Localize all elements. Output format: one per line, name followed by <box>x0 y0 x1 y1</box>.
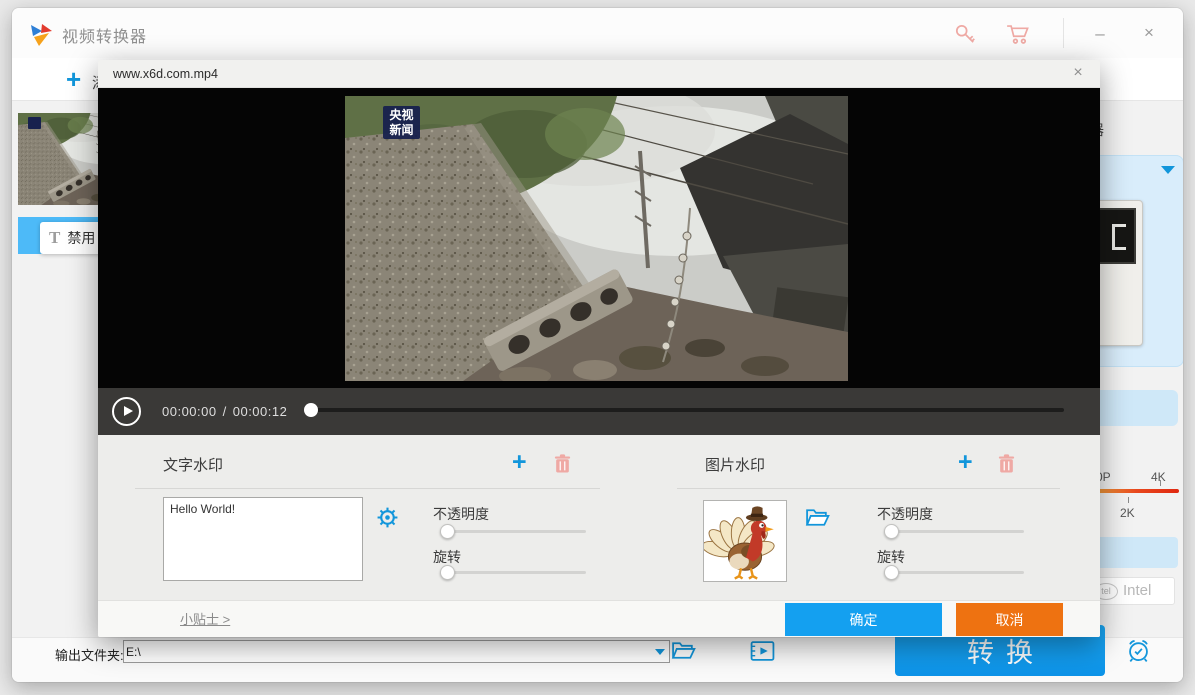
video-preview-area: 央视 新闻 <box>98 88 1100 388</box>
intel-label: Intel <box>1123 582 1151 599</box>
turkey-image <box>704 501 786 581</box>
preview-video-button[interactable] <box>750 640 775 665</box>
seek-bar[interactable] <box>304 402 1064 418</box>
screen-bracket-shape <box>1112 224 1126 250</box>
cancel-button[interactable]: 取消 <box>956 603 1063 636</box>
chevron-down-icon[interactable] <box>1161 166 1175 174</box>
register-key-icon[interactable] <box>953 22 977 49</box>
image-rotate-slider[interactable] <box>884 565 1024 580</box>
res-label-2k: 2K <box>1120 506 1135 520</box>
time-current: 00:00:00 <box>162 404 217 419</box>
dialog-close-icon[interactable]: × <box>1068 64 1088 82</box>
add-file-button[interactable]: + <box>66 66 81 92</box>
window-close-button[interactable]: × <box>1134 23 1164 43</box>
app-window: 视频转换器 – × + 添 T 禁用 器 <box>12 8 1183 682</box>
browse-image-folder-icon[interactable] <box>805 507 830 531</box>
time-total: 00:00:12 <box>233 404 288 419</box>
cctv-badge-line2: 新闻 <box>383 123 420 138</box>
text-settings-gear-icon[interactable] <box>376 506 399 532</box>
res-tick-4k <box>1160 480 1161 486</box>
text-rotate-handle[interactable] <box>440 565 455 580</box>
image-opacity-handle[interactable] <box>884 524 899 539</box>
watermark-dialog: www.x6d.com.mp4 × 央视 新闻 00:00:00 / 00:00:1… <box>98 60 1100 637</box>
video-frame[interactable]: 央视 新闻 <box>345 96 848 381</box>
video-scene <box>345 96 848 381</box>
cctv-badge-line1: 央视 <box>383 108 420 123</box>
output-folder-label: 输出文件夹: <box>55 645 124 664</box>
text-watermark-title: 文字水印 <box>163 454 223 475</box>
image-section-divider <box>677 488 1060 489</box>
cctv-news-badge: 央视 新闻 <box>383 106 420 139</box>
text-opacity-label: 不透明度 <box>433 504 489 524</box>
seek-handle[interactable] <box>304 403 318 417</box>
image-rotate-label: 旋转 <box>877 547 905 567</box>
text-opacity-slider[interactable] <box>440 524 586 539</box>
res-label-4k: 4K <box>1151 470 1166 484</box>
schedule-clock-icon[interactable] <box>1125 637 1152 667</box>
combo-dropdown-icon[interactable] <box>655 649 665 655</box>
text-rotate-label: 旋转 <box>433 547 461 567</box>
image-opacity-label: 不透明度 <box>877 504 933 524</box>
watermark-text-input[interactable]: Hello World! <box>163 497 363 581</box>
titlebar-separator <box>1063 18 1064 48</box>
titlebar: 视频转换器 – × <box>12 8 1183 58</box>
text-rotate-slider[interactable] <box>440 565 586 580</box>
tips-link[interactable]: 小贴士 > <box>180 609 230 628</box>
seek-track <box>310 408 1064 412</box>
text-opacity-handle[interactable] <box>440 524 455 539</box>
watermark-image-preview[interactable] <box>703 500 787 582</box>
add-image-watermark-button[interactable]: + <box>958 450 973 474</box>
delete-image-watermark-icon[interactable] <box>998 454 1015 476</box>
res-tick-2k <box>1128 497 1129 503</box>
time-separator: / <box>223 404 227 419</box>
disable-label: 禁用 <box>67 228 95 248</box>
time-display: 00:00:00 / 00:00:12 <box>162 404 293 419</box>
output-path-input[interactable] <box>126 642 636 661</box>
text-tool-icon: T <box>49 228 60 248</box>
image-opacity-slider[interactable] <box>884 524 1024 539</box>
image-watermark-title: 图片水印 <box>705 454 765 475</box>
cart-icon[interactable] <box>1006 22 1031 49</box>
text-section-divider <box>135 488 600 489</box>
player-controls: 00:00:00 / 00:00:12 <box>98 388 1100 435</box>
play-icon <box>124 406 133 416</box>
minimize-button[interactable]: – <box>1085 24 1115 44</box>
open-folder-button[interactable] <box>671 640 696 664</box>
delete-text-watermark-icon[interactable] <box>554 454 571 476</box>
play-button[interactable] <box>112 397 141 426</box>
thumbnail-news-badge <box>28 117 41 129</box>
add-text-watermark-button[interactable]: + <box>512 450 527 474</box>
dialog-footer: 小贴士 > 确定 取消 <box>98 600 1100 637</box>
app-title: 视频转换器 <box>62 23 147 47</box>
dialog-title: www.x6d.com.mp4 <box>113 67 218 81</box>
dialog-header: www.x6d.com.mp4 × <box>98 60 1100 88</box>
output-folder-combobox[interactable] <box>123 640 670 663</box>
ok-button[interactable]: 确定 <box>785 603 942 636</box>
app-logo-icon <box>28 21 54 47</box>
image-rotate-handle[interactable] <box>884 565 899 580</box>
